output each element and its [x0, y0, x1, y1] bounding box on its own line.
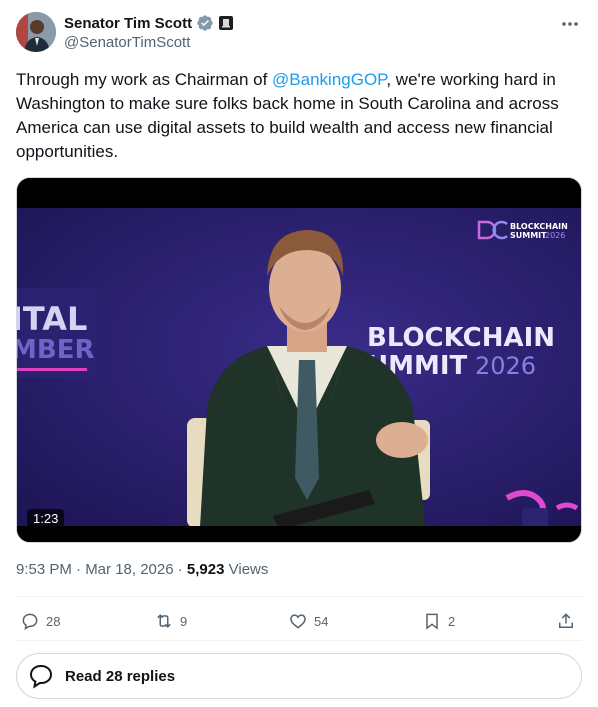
tweet-text-start: Through my work as Chairman of [16, 70, 273, 89]
reply-count: 28 [46, 613, 61, 629]
divider-bottom [16, 640, 582, 641]
author-name[interactable]: Senator Tim Scott [64, 15, 192, 32]
share-icon [559, 613, 573, 628]
backdrop-left-text-1: ITAL [17, 300, 87, 338]
repost-button[interactable]: 9 [154, 607, 187, 635]
chat-bubble-icon [29, 664, 53, 689]
backdrop-main-text-1: BLOCKCHAIN [367, 323, 555, 353]
backdrop-left-text-2: MBER [17, 335, 94, 365]
divider-top [16, 596, 582, 597]
tweet-header: Senator Tim Scott @SenatorTimScott [16, 12, 582, 54]
verified-badge-icon [196, 14, 214, 32]
video-duration: 1:23 [27, 509, 65, 528]
government-seal-icon [218, 15, 234, 31]
video-player[interactable]: ITAL MBER BLOCKCHAIN UMMIT 2026 BLOCKCHA… [16, 177, 582, 543]
reply-button[interactable]: 28 [20, 607, 60, 635]
heart-icon [290, 614, 306, 629]
repost-icon [157, 614, 171, 628]
logo-text-1: BLOCKCHAIN [510, 222, 568, 231]
video-frame: ITAL MBER BLOCKCHAIN UMMIT 2026 BLOCKCHA… [17, 178, 581, 542]
read-replies-button[interactable]: Read 28 replies [16, 653, 582, 699]
bookmark-count: 2 [448, 613, 456, 629]
views-count: 5,923 [186, 561, 225, 578]
reply-icon [22, 613, 38, 630]
backdrop-main-text-2b: 2026 [475, 352, 536, 380]
read-replies-label: Read 28 replies [65, 667, 176, 685]
avatar[interactable] [16, 12, 56, 52]
logo-text-2: SUMMIT [510, 231, 547, 240]
repost-count: 9 [180, 613, 188, 629]
share-button[interactable] [556, 607, 576, 635]
bookmark-icon [426, 613, 438, 630]
logo-text-year: 2026 [545, 231, 565, 240]
like-count: 54 [314, 613, 329, 629]
views-label: Views [224, 561, 269, 578]
mention-link[interactable]: @BankingGOP [272, 70, 386, 89]
like-button[interactable]: 54 [288, 607, 328, 635]
more-options-icon[interactable] [560, 14, 580, 34]
timestamp[interactable]: 9:53 PM · Mar 18, 2026 · [16, 561, 187, 578]
tweet-text: Through my work as Chairman of @BankingG… [16, 68, 582, 164]
author-names: Senator Tim Scott @SenatorTimScott [64, 13, 234, 51]
bookmark-button[interactable]: 2 [422, 607, 455, 635]
author-handle[interactable]: @SenatorTimScott [64, 34, 234, 51]
tweet-meta: 9:53 PM · Mar 18, 2026 · 5,923 Views [16, 561, 268, 578]
action-bar: 28 9 54 2 [16, 607, 582, 635]
